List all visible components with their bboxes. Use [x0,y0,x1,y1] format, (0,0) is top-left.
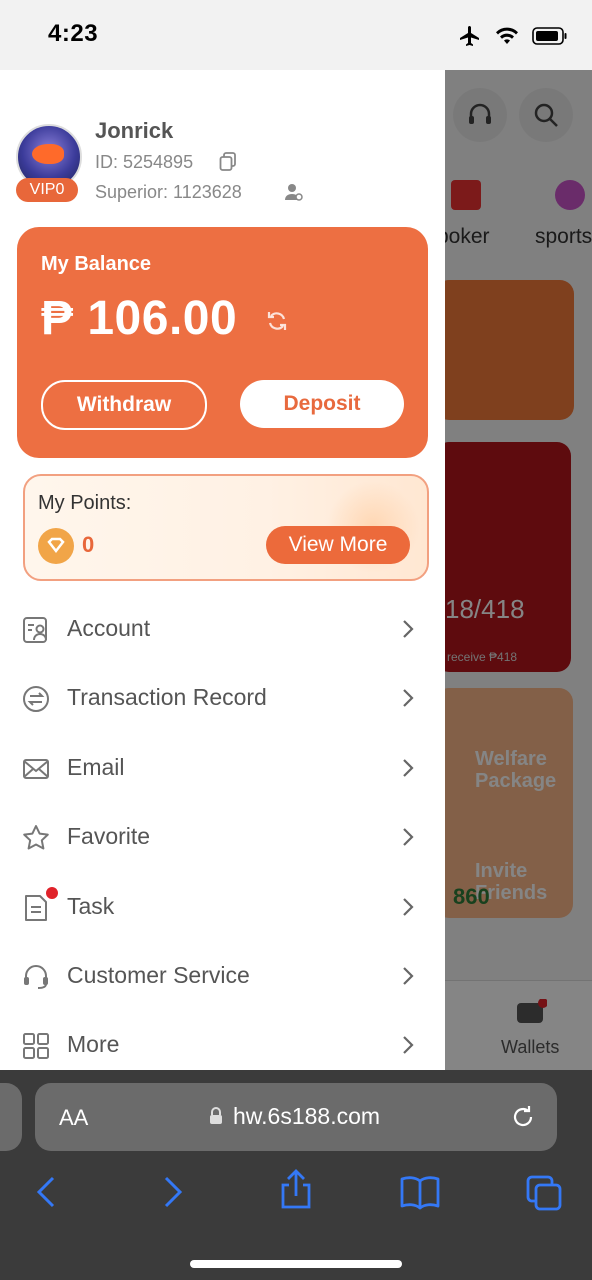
tabs-icon[interactable] [525,1174,563,1212]
refresh-balance-icon[interactable] [265,309,289,333]
menu-item-favorite[interactable]: Favorite [0,803,445,872]
menu-label: Email [67,753,125,780]
account-icon [23,617,47,643]
home-indicator [190,1260,402,1268]
transaction-icon [23,686,49,713]
side-drawer: VIP0 Jonrick ID: 5254895 Superior: 11236… [0,70,445,1070]
balance-title: My Balance [41,253,152,275]
chevron-right-icon [403,897,414,916]
chevron-right-icon [403,1036,414,1055]
browser-nav-row [0,1169,592,1218]
reload-icon[interactable] [509,1103,537,1131]
points-card: My Points: 0 View More [23,474,429,581]
menu-label: Favorite [67,823,151,850]
balance-amount: ₱ 106.00 [41,292,238,345]
airplane-icon [460,26,479,46]
status-icons [458,24,568,48]
forward-icon[interactable] [162,1174,184,1210]
username: Jonrick [95,118,174,143]
menu-label: Account [67,615,151,641]
chevron-right-icon [403,828,414,846]
status-time: 4:23 [48,20,99,47]
withdraw-button[interactable]: Withdraw [41,380,207,430]
email-icon [23,758,49,779]
address-bar[interactable]: AA hw.6s188.com [35,1083,557,1151]
wifi-icon [496,27,518,44]
superior-id: Superior: 1123628 [95,182,242,202]
user-id: ID: 5254895 [95,152,194,172]
grid-icon [23,1033,49,1060]
notification-dot [46,886,58,899]
points-value: 0 [82,532,95,557]
menu-item-more[interactable]: More [0,1011,445,1070]
points-coin-icon [38,528,74,564]
menu-label: Transaction Record [67,684,267,711]
star-icon [23,825,49,850]
balance-card: My Balance ₱ 106.00 Withdraw Deposit [17,227,428,458]
menu-label: Task [67,892,115,919]
url-text: hw.6s188.com [233,1103,381,1129]
menu-item-task[interactable]: Task [0,873,445,942]
vip-badge: VIP0 [16,178,78,202]
drawer-menu: Account Transaction Record Email Favorit… [0,595,445,1070]
menu-item-customer-service[interactable]: Customer Service [0,942,445,1011]
points-title: My Points: [38,492,132,514]
menu-label: More [67,1031,120,1058]
chevron-right-icon [403,967,414,985]
deposit-button[interactable]: Deposit [240,380,404,428]
menu-item-transaction-record[interactable]: Transaction Record [0,664,445,733]
reader-aa-button[interactable]: AA [59,1105,88,1131]
share-icon[interactable] [279,1168,313,1210]
copy-icon[interactable] [219,152,237,172]
chevron-right-icon [403,620,414,638]
headset-icon [24,964,48,989]
browser-toolbar: AA hw.6s188.com [0,1070,592,1280]
view-more-button[interactable]: View More [266,526,410,564]
lock-icon [210,1107,222,1124]
chevron-right-icon [403,689,414,708]
person-settings-icon [285,184,303,201]
menu-item-email[interactable]: Email [0,734,445,803]
bookmarks-icon[interactable] [399,1174,441,1210]
chevron-right-icon [403,759,414,777]
previous-tab-pill[interactable] [0,1083,22,1151]
back-icon[interactable] [35,1174,57,1210]
menu-item-account[interactable]: Account [0,595,445,664]
menu-label: Customer Service [67,961,250,988]
battery-icon [532,27,567,45]
task-icon [25,894,47,921]
status-bar: 4:23 [0,0,592,70]
dim-overlay[interactable] [445,70,592,1070]
